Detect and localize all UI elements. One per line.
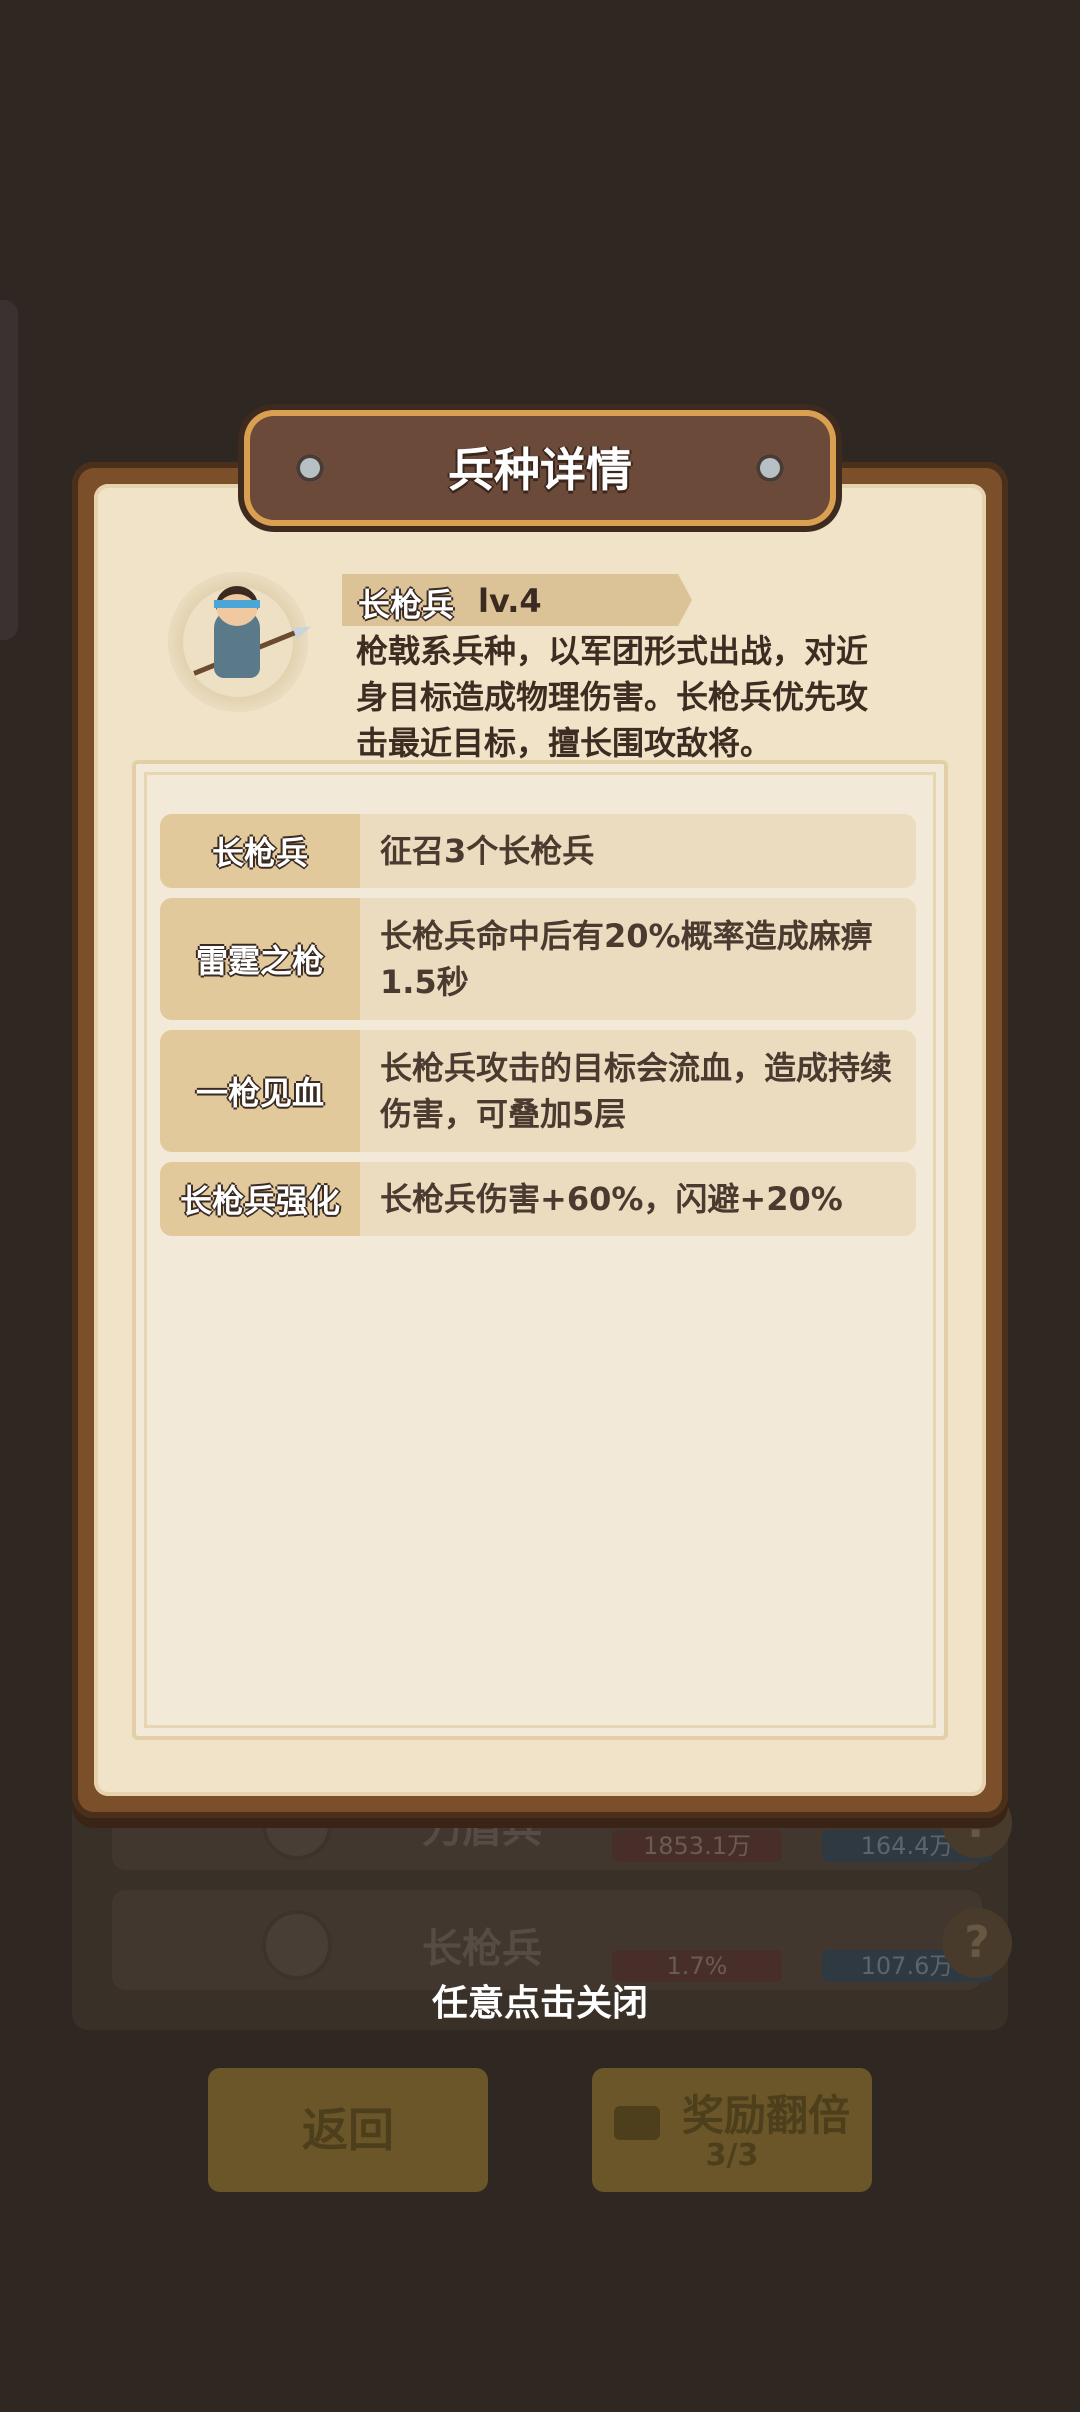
skill-row: 雷霆之枪 长枪兵命中后有20%概率造成麻痹1.5秒 [160, 898, 916, 1020]
spearman-portrait [168, 572, 314, 712]
skill-desc: 长枪兵攻击的目标会流血，造成持续伤害，可叠加5层 [380, 1049, 893, 1133]
attack-stat: 1853.1万 [612, 1830, 782, 1862]
unit-level: lv.4 [478, 582, 542, 620]
skill-row: 一枪见血 长枪兵攻击的目标会流血，造成持续伤害，可叠加5层 [160, 1030, 916, 1152]
skill-row: 长枪兵 征召3个长枪兵 [160, 814, 916, 888]
skill-desc: 长枪兵伤害+60%，闪避+20% [380, 1180, 843, 1218]
skill-name: 长枪兵强化 [160, 1162, 360, 1236]
unit-name: 长枪兵 [422, 1926, 542, 1972]
side-tab [0, 300, 18, 640]
headband [214, 600, 260, 608]
double-reward-count: 3/3 [705, 2138, 759, 2173]
unit-name-banner: 长枪兵 lv.4 [342, 574, 692, 626]
rivet-icon [756, 454, 784, 482]
unit-name: 长枪兵 [358, 586, 455, 624]
unit-avatar [262, 1910, 332, 1980]
skill-desc: 长枪兵命中后有20%概率造成麻痹1.5秒 [380, 917, 873, 1001]
close-hint[interactable]: 任意点击关闭 [0, 1974, 1080, 2026]
skill-name: 一枪见血 [160, 1030, 360, 1152]
back-button: 返回 [208, 2068, 488, 2192]
skill-name: 雷霆之枪 [160, 898, 360, 1020]
video-camera-icon [614, 2106, 660, 2140]
help-icon: ? [942, 1908, 1012, 1978]
modal-title: 兵种详情 [448, 443, 632, 497]
unit-description: 枪戟系兵种，以军团形式出战，对近身目标造成物理伤害。长枪兵优先攻击最近目标，擅长… [356, 632, 869, 762]
double-reward-button: 奖励翻倍 3/3 [592, 2068, 872, 2192]
skill-name: 长枪兵 [160, 814, 360, 888]
double-reward-label: 奖励翻倍 [682, 2091, 851, 2140]
skill-desc: 征召3个长枪兵 [380, 832, 595, 870]
title-plaque: 兵种详情 [244, 410, 836, 526]
skill-row: 长枪兵强化 长枪兵伤害+60%，闪避+20% [160, 1162, 916, 1236]
